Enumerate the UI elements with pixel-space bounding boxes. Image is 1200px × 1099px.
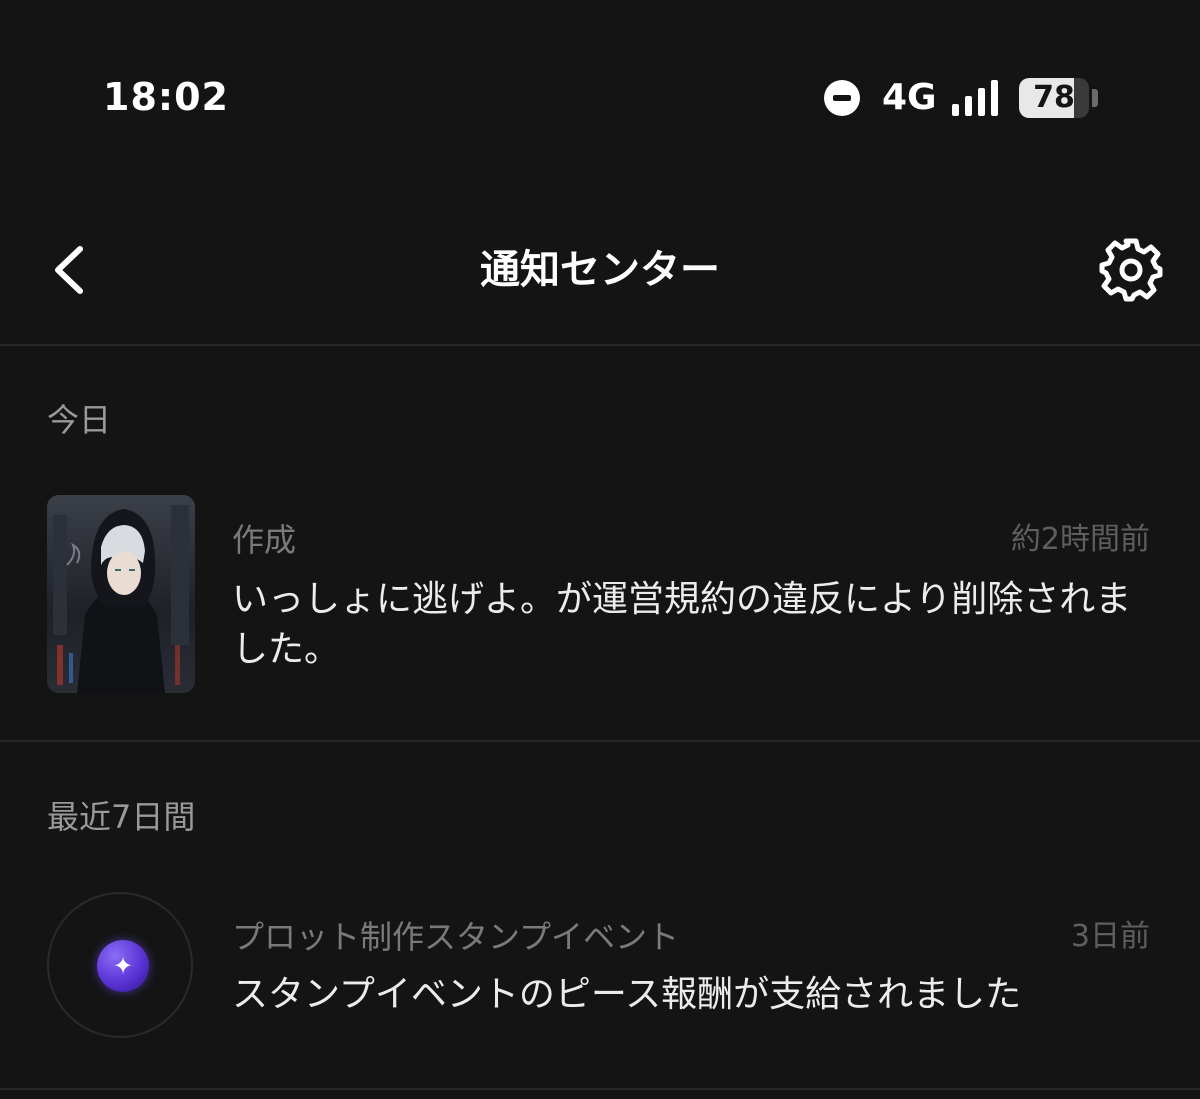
notification-time: 約2時間前	[1010, 522, 1150, 557]
battery-level: 78	[1033, 80, 1075, 115]
notification-body: スタンプイベントのピース報酬が支給されました	[232, 974, 1022, 1015]
signal-icon	[952, 80, 998, 116]
notification-center-screen: 18:02 4G 78 通知センター 今日 作成 約2時間前 いっしょに逃げよ。…	[0, 0, 1200, 1099]
do-not-disturb-icon	[824, 80, 860, 116]
section-label-today: 今日	[47, 401, 112, 439]
character-thumbnail	[47, 495, 195, 693]
battery-cap	[1092, 89, 1098, 107]
page-title: 通知センター	[480, 247, 720, 293]
coin-icon: ✦	[97, 940, 149, 992]
battery-icon: 78	[1019, 78, 1089, 118]
status-time: 18:02	[103, 75, 229, 119]
gear-icon	[1099, 238, 1163, 302]
status-bar: 18:02 4G 78	[0, 0, 1200, 195]
network-type: 4G	[882, 77, 937, 118]
notification-title: プロット制作スタンプイベント	[232, 918, 680, 956]
section-divider	[0, 740, 1200, 742]
section-divider	[0, 1088, 1200, 1090]
event-avatar: ✦	[47, 892, 193, 1038]
settings-button[interactable]	[1096, 235, 1166, 305]
notification-time: 3日前	[1070, 919, 1150, 954]
header-bar: 通知センター	[0, 195, 1200, 345]
notification-body: いっしょに逃げよ。が運営規約の違反により削除されました。	[232, 579, 1132, 670]
header-divider	[0, 344, 1200, 346]
section-label-last-7-days: 最近7日間	[47, 798, 196, 836]
notification-title: 作成	[232, 521, 297, 559]
